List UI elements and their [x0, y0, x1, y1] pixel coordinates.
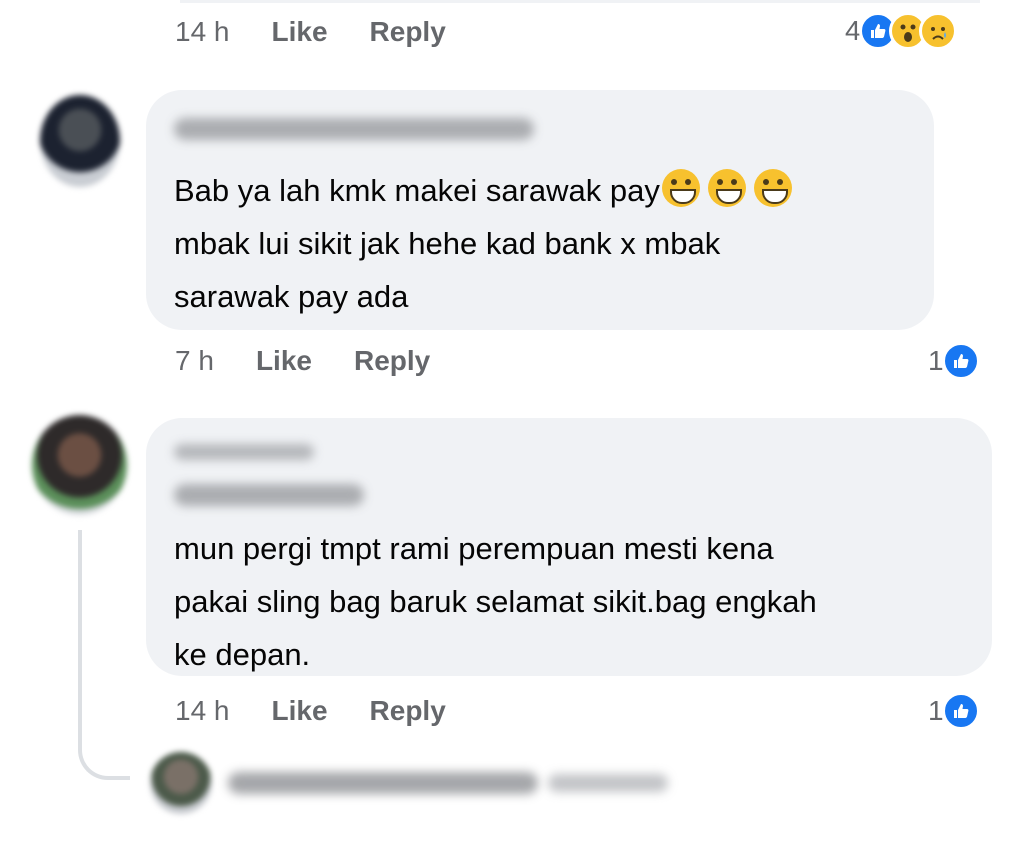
- comment-line: sarawak pay ada: [174, 279, 409, 314]
- replies-summary-blurred[interactable]: [228, 772, 538, 794]
- comment-line: mun pergi tmpt rami perempuan mesti kena: [174, 531, 774, 566]
- author-badge-blurred: [174, 444, 314, 460]
- comment-meta: 14 h Like Reply: [175, 695, 488, 727]
- reactions-summary[interactable]: 4: [845, 12, 957, 50]
- reply-button[interactable]: Reply: [370, 695, 446, 727]
- reply-thread-line: [78, 530, 130, 780]
- like-button[interactable]: Like: [272, 16, 328, 48]
- previous-bubble-edge: [180, 0, 980, 3]
- comment-bubble: mun pergi tmpt rami perempuan mesti kena…: [146, 418, 992, 676]
- like-button[interactable]: Like: [256, 345, 312, 377]
- comment-meta: 14 h Like Reply: [175, 16, 488, 48]
- reply-button[interactable]: Reply: [370, 16, 446, 48]
- comment-line: mbak lui sikit jak hehe kad bank x mbak: [174, 226, 721, 261]
- replies-count-blurred[interactable]: [548, 774, 668, 792]
- avatar[interactable]: [32, 415, 127, 515]
- like-icon: [941, 342, 980, 380]
- reply-avatar[interactable]: [150, 752, 212, 814]
- like-icon: [941, 692, 980, 730]
- grinning-sweat-emoji: [707, 169, 746, 207]
- comment-line: Bab ya lah kmk makei sarawak pay: [174, 173, 660, 208]
- comment-line: pakai sling bag baruk selamat sikit.bag …: [174, 584, 817, 619]
- reply-button[interactable]: Reply: [354, 345, 430, 377]
- reactions-summary[interactable]: 1: [928, 692, 980, 730]
- reactions-summary[interactable]: 1: [928, 342, 980, 380]
- comment-bubble: Bab ya lah kmk makei sarawak pay mbak lu…: [146, 90, 934, 330]
- grinning-sweat-emoji: [753, 169, 792, 207]
- comment-meta: 7 h Like Reply: [175, 345, 472, 377]
- comment-text: mun pergi tmpt rami perempuan mesti kena…: [174, 522, 817, 681]
- comment-text: Bab ya lah kmk makei sarawak pay mbak lu…: [174, 164, 792, 323]
- author-name-blurred[interactable]: [174, 118, 534, 140]
- like-button[interactable]: Like: [272, 695, 328, 727]
- avatar[interactable]: [40, 95, 120, 187]
- sad-icon: [918, 12, 957, 50]
- grinning-sweat-emoji: [661, 169, 700, 207]
- comment-time[interactable]: 14 h: [175, 16, 230, 48]
- comment-time[interactable]: 7 h: [175, 345, 214, 377]
- comment-line: ke depan.: [174, 637, 311, 672]
- author-name-blurred[interactable]: [174, 484, 364, 506]
- comment-time[interactable]: 14 h: [175, 695, 230, 727]
